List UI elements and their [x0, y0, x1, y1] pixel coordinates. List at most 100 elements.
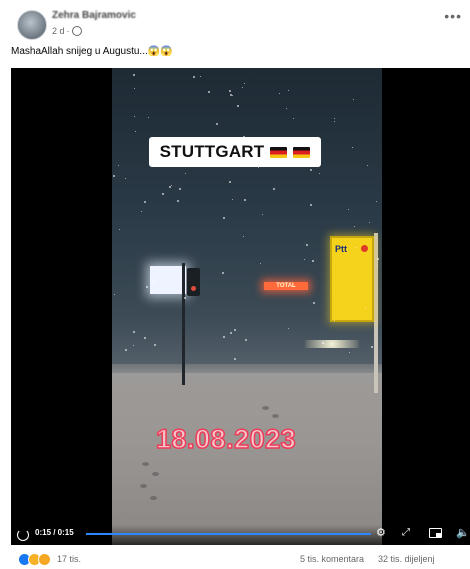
snowflake [237, 105, 239, 107]
video-controls: 0:15 / 0:15 ⚙ ⤢ 🔈 [11, 525, 470, 545]
ptt-sign-label: Ptt [335, 244, 347, 254]
snowflake [169, 186, 171, 188]
snowflake [258, 167, 259, 168]
footprint [150, 496, 157, 500]
snowflake [312, 260, 314, 262]
snowflake [185, 173, 186, 174]
snowflake [162, 193, 164, 195]
snowflake [133, 331, 135, 333]
snowflake [119, 229, 120, 230]
snowflake [113, 175, 115, 177]
snowflake [216, 123, 218, 125]
snowflake [304, 259, 305, 260]
snowflake [322, 342, 324, 344]
snowflake [184, 297, 186, 299]
snowflake [348, 209, 349, 210]
sign-pole [374, 233, 378, 393]
snowflake [175, 269, 176, 270]
progress-bar[interactable] [86, 533, 371, 535]
date-overlay: 18.08.2023 [155, 423, 297, 455]
more-options-icon[interactable]: ••• [444, 8, 462, 24]
ptt-logo-dot [361, 245, 368, 252]
snowflake [244, 199, 246, 201]
comments-count[interactable]: 5 tis. komentara [300, 554, 364, 564]
ptt-sign: Ptt [330, 236, 374, 322]
snowflake [125, 349, 127, 351]
snowflake [371, 346, 373, 348]
snowflake [334, 118, 335, 119]
footprint [262, 406, 269, 410]
expand-icon[interactable]: ⤢ [402, 527, 410, 539]
snowflake [223, 217, 225, 219]
snowflake [288, 90, 289, 91]
snowflake [260, 263, 261, 264]
snowflake [229, 181, 231, 183]
snowflake [179, 188, 181, 190]
snowflake [230, 94, 232, 96]
snowflake [148, 117, 149, 118]
city-text: STUTTGART [159, 142, 265, 161]
reaction-icons[interactable] [18, 553, 51, 566]
timecode: 0:15 / 0:15 [35, 528, 74, 537]
snowflake [153, 280, 155, 282]
snowflake [286, 108, 287, 109]
snowflake [262, 214, 263, 215]
footprint [140, 484, 147, 488]
snowflake [146, 286, 148, 288]
shares-count[interactable]: 32 tis. dijeljenj [378, 554, 435, 564]
volume-icon[interactable]: 🔈 [456, 527, 470, 539]
footprint [142, 462, 149, 466]
snowflake [135, 131, 136, 132]
snowflake [171, 185, 172, 186]
snowflake [369, 222, 370, 223]
snowflake [177, 200, 179, 202]
snowflake [319, 173, 320, 174]
snowflake [355, 247, 356, 248]
snowflake [134, 88, 135, 89]
snowflake [175, 290, 176, 291]
snowflake [144, 201, 146, 203]
post-time[interactable]: 2 d [52, 26, 65, 36]
snowflake [144, 337, 146, 339]
snowflake [288, 328, 289, 329]
snowflake [154, 344, 156, 346]
replay-icon[interactable] [17, 529, 29, 541]
car-headlights [292, 340, 372, 348]
haha-reaction-icon [38, 553, 51, 566]
snowflake [232, 199, 233, 200]
picture-in-picture-icon[interactable] [429, 528, 442, 538]
snowflake [367, 165, 368, 166]
post-meta: 2 d · [52, 26, 82, 36]
author-name[interactable]: Zehra Bajramovic [52, 10, 136, 21]
video-player[interactable]: TOTAL Ptt STUTTGART 18.08.2023 0:15 / 0:… [11, 68, 470, 545]
snowflake [377, 258, 379, 260]
reaction-count[interactable]: 17 tis. [57, 554, 81, 564]
flag-germany-icon [293, 146, 311, 158]
snowflake [222, 272, 224, 274]
snowflake [354, 226, 355, 227]
author-avatar[interactable] [17, 10, 47, 40]
post-header: Zehra Bajramovic 2 d · ••• [0, 0, 470, 45]
snowflake [352, 147, 353, 148]
snowflake [376, 201, 377, 202]
snowflake [310, 169, 312, 171]
snowflake [334, 121, 335, 122]
snowflake [193, 76, 195, 78]
snowflake [353, 99, 354, 100]
snowflake [349, 352, 350, 353]
traffic-light [187, 268, 200, 296]
post-caption: MashaAllah snijeg u Augustu...😱😱 [11, 46, 173, 57]
snowflake [229, 90, 231, 92]
city-overlay: STUTTGART [149, 137, 321, 167]
snowflake [313, 302, 315, 304]
snowflake [243, 236, 244, 237]
neon-sign: TOTAL [264, 282, 308, 290]
lit-billboard [150, 266, 186, 294]
snowflake [306, 244, 308, 246]
snowflake [134, 116, 135, 117]
traffic-light-pole [182, 263, 185, 385]
snowflake [279, 93, 280, 94]
snowflake [293, 118, 294, 119]
gear-icon[interactable]: ⚙ [376, 527, 386, 539]
snowflake [245, 339, 247, 341]
